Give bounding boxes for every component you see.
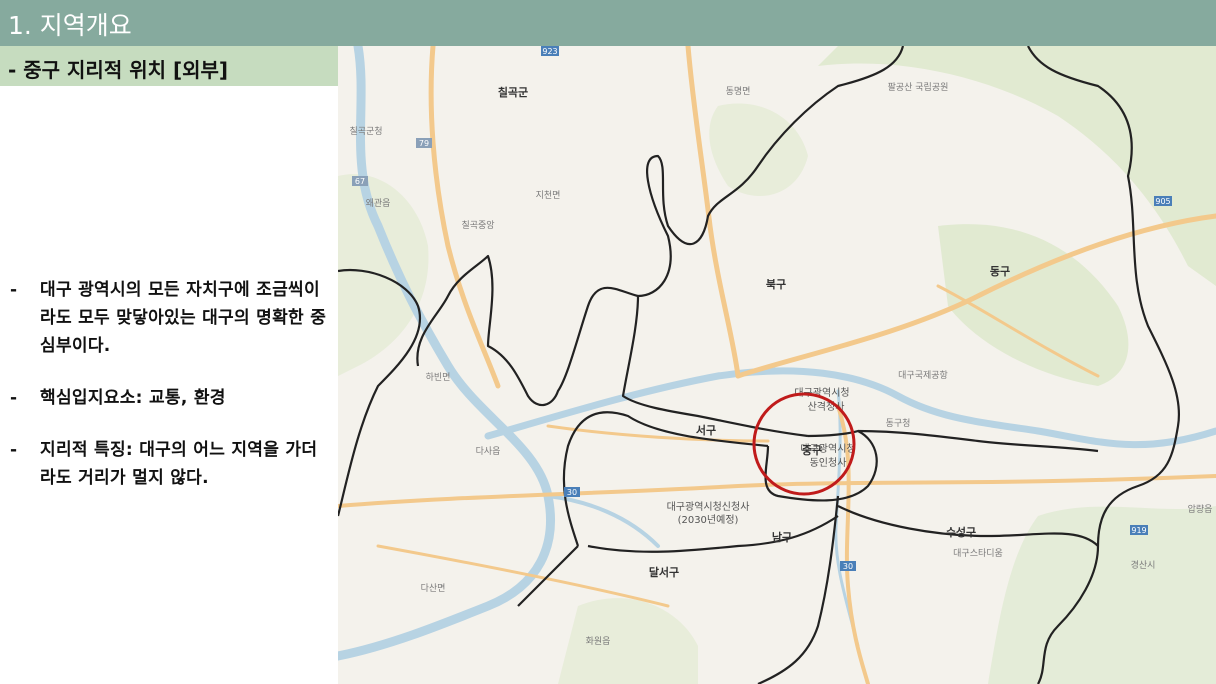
district-jung: 중구 [802, 444, 822, 457]
route-30-label: 30 [843, 562, 853, 571]
place-dongmyeon: 동명면 [726, 86, 751, 97]
bullet-text: 대구 광역시의 모든 자치구에 조금씩이라도 모두 맞닿아있는 대구의 명확한 … [40, 280, 327, 356]
bullet-dash: - [10, 280, 18, 300]
district-dong: 동구 [990, 265, 1010, 278]
place-airport: 대구국제공항 [898, 370, 948, 381]
bullet-item: - 대구 광역시의 모든 자치구에 조금씩이라도 모두 맞닿아있는 대구의 명확… [8, 276, 330, 360]
bullet-dash: - [10, 440, 18, 460]
place-gyeongsan: 경산시 [1131, 559, 1156, 571]
district-nam: 남구 [772, 531, 792, 544]
bullet-text: 지리적 특징: 대구의 어느 지역을 가더라도 거리가 멀지 않다. [40, 440, 318, 488]
subtitle-bar: - 중구 지리적 위치 [외부] [0, 46, 338, 86]
place-dasamyeon: 다산면 [421, 583, 446, 594]
place-dasa: 다사읍 [476, 446, 501, 457]
bullet-dash: - [10, 388, 18, 408]
bullet-item: - 핵심입지요소: 교통, 환경 [8, 384, 330, 412]
bullet-list: - 대구 광역시의 모든 자치구에 조금씩이라도 모두 맞닿아있는 대구의 명확… [8, 276, 330, 516]
route-923-label: 923 [542, 47, 557, 56]
title-bar: 1. 지역개요 [0, 0, 1216, 46]
district-dalseo: 달서구 [649, 565, 679, 579]
bullet-item: - 지리적 특징: 대구의 어느 지역을 가더라도 거리가 멀지 않다. [8, 436, 330, 492]
place-apryang: 압량읍 [1188, 503, 1213, 515]
bullet-text: 핵심입지요소: 교통, 환경 [40, 388, 226, 408]
place-dongin-hall: 동인청사 [810, 457, 847, 469]
place-new-cityhall: 대구광역시청신청사 [667, 501, 750, 513]
place-hwawon: 화원읍 [586, 636, 611, 647]
place-donggu-office: 동구청 [886, 418, 911, 429]
place-waegwan: 왜관읍 [366, 198, 391, 209]
district-suseong: 수성구 [946, 525, 976, 539]
district-seo: 서구 [696, 423, 716, 437]
section-subtitle: - 중구 지리적 위치 [외부] [8, 58, 229, 82]
district-buk: 북구 [766, 277, 786, 291]
route-67-label: 67 [355, 177, 365, 186]
place-haban: 하빈면 [426, 372, 451, 383]
place-chilgok-office: 칠곡군청 [349, 126, 382, 137]
route-79-label: 79 [419, 139, 429, 148]
daegu-map: 923 79 67 30 30 919 905 동명면 지천면 왜관읍 하빈면 … [338, 46, 1216, 684]
place-stadium: 대구스타디움 [953, 548, 1003, 559]
route-919-label: 919 [1131, 526, 1146, 535]
place-jicheon: 지천면 [536, 190, 561, 201]
place-new-cityhall-year: (2030년예정) [678, 514, 739, 526]
route-30-label: 30 [567, 488, 577, 497]
district-chilgok: 칠곡군 [498, 85, 528, 99]
place-palgong-park: 팔공산 국립공원 [888, 81, 949, 93]
place-chilgok-station: 칠곡중앙 [461, 219, 494, 231]
page-title: 1. 지역개요 [8, 11, 132, 40]
route-905-label: 905 [1155, 197, 1170, 206]
